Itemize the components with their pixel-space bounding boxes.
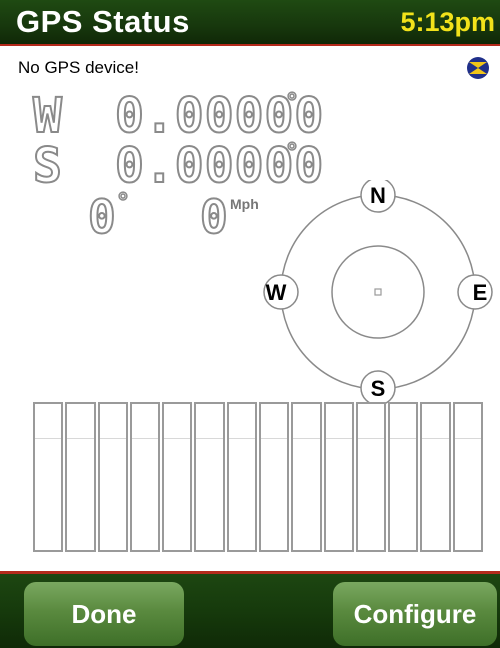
header-bar: GPS Status 5:13pm	[0, 0, 500, 46]
footer-bar: Done Configure	[0, 571, 500, 648]
compass: N S W E	[263, 180, 493, 405]
signal-bar	[291, 402, 322, 552]
signal-bar	[323, 402, 354, 552]
signal-bar	[258, 402, 290, 552]
done-button[interactable]: Done	[24, 582, 184, 646]
signal-bar	[33, 402, 64, 552]
latitude-degree-mark: °	[285, 87, 299, 117]
heading-degree-mark: °	[116, 187, 130, 217]
satellite-icon	[467, 57, 489, 79]
signal-bar	[65, 402, 96, 552]
speed-unit: Mph	[230, 196, 259, 212]
compass-west-label: W	[266, 280, 287, 305]
longitude-hemisphere: S	[32, 137, 64, 195]
configure-button[interactable]: Configure	[333, 582, 497, 646]
signal-bar	[162, 402, 193, 552]
speed-value: 0	[199, 189, 230, 245]
satellite-signal-bars	[33, 402, 483, 552]
status-message: No GPS device!	[18, 58, 139, 77]
heading-value: 0	[87, 189, 118, 245]
signal-bar	[226, 402, 257, 552]
signal-bar	[452, 402, 483, 552]
page-title: GPS Status	[16, 4, 190, 39]
compass-north-label: N	[370, 183, 386, 208]
signal-bar	[388, 402, 419, 552]
compass-east-label: E	[473, 280, 488, 305]
clock: 5:13pm	[400, 7, 495, 37]
signal-bar	[129, 402, 161, 552]
compass-south-label: S	[371, 376, 386, 401]
longitude-degree-mark: °	[285, 137, 299, 167]
signal-bar	[194, 402, 225, 552]
signal-bar	[97, 402, 128, 552]
latitude-hemisphere: W	[32, 87, 64, 145]
signal-bar	[420, 402, 451, 552]
signal-bar	[355, 402, 387, 552]
